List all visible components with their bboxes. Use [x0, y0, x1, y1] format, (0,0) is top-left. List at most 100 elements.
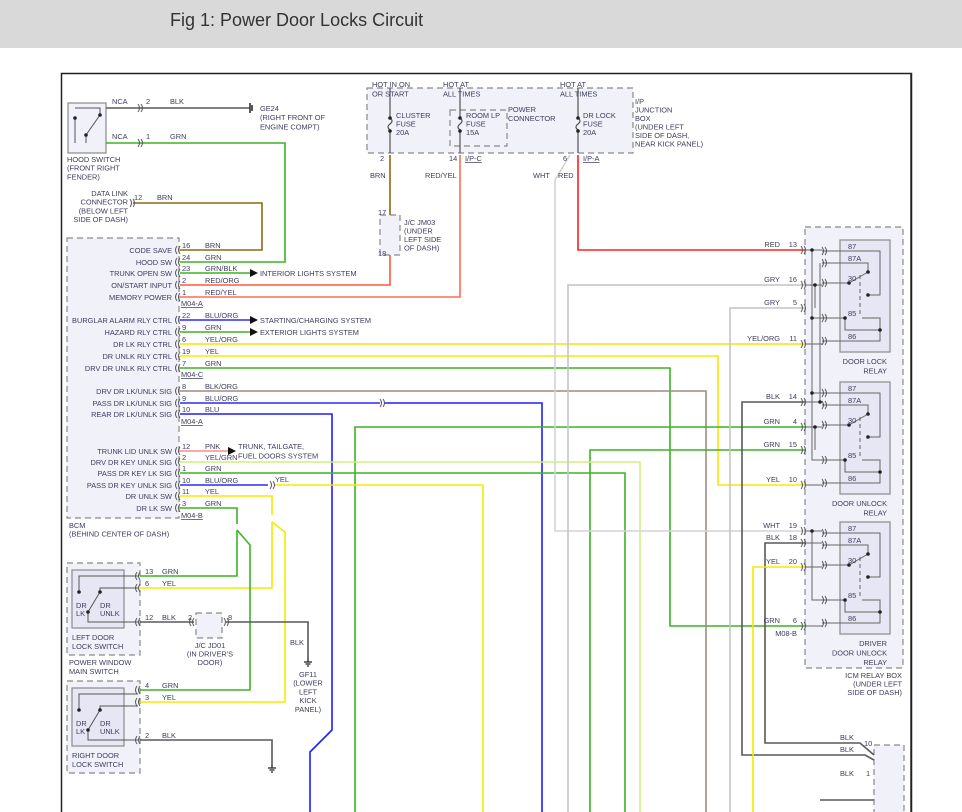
- junction-dot: [813, 283, 817, 287]
- data-link-label: CONNECTOR: [81, 198, 129, 207]
- junction-dot: [388, 116, 392, 120]
- bcm-pin-label: REAR DR LK/UNLK SIG: [91, 410, 172, 419]
- pin-number: 1: [182, 288, 186, 297]
- pin-number: 4: [145, 681, 149, 690]
- pin-number: 16: [182, 241, 190, 250]
- relay-terminal-label: 87A: [848, 396, 861, 405]
- wire-color-label: BLU/ORG: [205, 394, 239, 403]
- wire-pass-key-lk: [180, 472, 626, 812]
- relay-terminal-label: 87: [848, 524, 856, 533]
- wire-color-label: GRN: [764, 440, 780, 449]
- data-link-label: SIDE OF DASH): [73, 215, 128, 224]
- wire-right-ground: [140, 739, 273, 764]
- junction-dot: [878, 328, 882, 332]
- fuse-label: 20A: [583, 128, 596, 137]
- relay-terminal-label: 85: [848, 451, 856, 460]
- hot-label: HOT IN ON: [372, 80, 410, 89]
- wire-color-label: BLK: [170, 97, 184, 106]
- wire-color-label: GRN: [764, 616, 780, 625]
- wire-color-label: YEL: [205, 487, 219, 496]
- pin-number: 2: [182, 276, 186, 285]
- relay-terminal-label: 87: [848, 242, 856, 251]
- pin-number: 16: [789, 275, 797, 284]
- bcm-label: (BEHIND CENTER OF DASH): [69, 530, 169, 539]
- fuse-label: 15A: [466, 128, 479, 137]
- junction-dot: [866, 412, 870, 416]
- junction-dot: [866, 575, 870, 579]
- bcm-pin-label: DR UNLK SW: [126, 492, 172, 501]
- pin-number: 6: [182, 335, 186, 344]
- wire-color-label: GRN: [205, 323, 221, 332]
- fuse-label: 20A: [396, 128, 409, 137]
- bcm-pin-label: DRV DR KEY UNLK SIG: [91, 458, 173, 467]
- pin-number: 20: [789, 557, 797, 566]
- wire-color-label: RED: [558, 171, 574, 180]
- bcm-pin-label: DRV DR UNLK RLY CTRL: [85, 364, 172, 373]
- hood-switch-label: HOOD SWITCH: [67, 155, 120, 164]
- connector-label: M04-C: [181, 370, 204, 379]
- relay-terminal-label: 86: [848, 474, 856, 483]
- hood-conn-b-label: NCA: [112, 132, 128, 141]
- bcm-pin-label: ON/START INPUT: [111, 281, 172, 290]
- relay-terminal-label: 87: [848, 384, 856, 393]
- relay-label: DRIVER: [859, 639, 887, 648]
- switch-contact: [98, 590, 102, 594]
- wire-color-label: BLK: [290, 638, 304, 647]
- relay-terminal-label: 30: [848, 416, 856, 425]
- relay-terminal-label: 30: [848, 274, 856, 283]
- wire-color-label: BLK: [162, 731, 176, 740]
- relay-terminal-label: 87A: [848, 254, 861, 263]
- hot-label: ALL TIMES: [560, 90, 597, 99]
- jc-jd01-label: DOOR): [198, 658, 223, 667]
- bcm-pin-label: PASS DR KEY LK SIG: [98, 469, 173, 478]
- wire-color-label: PNK: [205, 442, 220, 451]
- wire-color-label: BLK: [766, 392, 780, 401]
- junction-dot: [813, 425, 817, 429]
- hood-switch-label: (FRONT RIGHT: [67, 164, 120, 173]
- arrow-interior-lights-icon: [250, 269, 258, 277]
- junction-dot: [843, 316, 847, 320]
- wire-color-label: BLK: [162, 613, 176, 622]
- power-connector-label: CONNECTOR: [508, 114, 556, 123]
- pin-number: 22: [182, 311, 190, 320]
- wire-drv-unlk-rly: [180, 367, 805, 627]
- switch-unlk-label: UNLK: [100, 609, 120, 618]
- junction-dot: [810, 529, 814, 533]
- pin-number: 9: [182, 323, 186, 332]
- wire-color-label: GRN/BLK: [205, 264, 238, 273]
- wire-color-label: GRN: [205, 499, 221, 508]
- pin-number: 13: [145, 567, 153, 576]
- bcm-pin-label: BURGLAR ALARM RLY CTRL: [72, 316, 172, 325]
- pin-number: 2: [380, 154, 384, 163]
- switch-contact: [86, 728, 90, 732]
- junction-dot: [878, 470, 882, 474]
- ground-ge24-icon: [249, 103, 253, 113]
- wire-right-lk: [140, 529, 251, 691]
- wire-color-label: GRY: [764, 275, 780, 284]
- pin-number: 17: [378, 208, 386, 217]
- system-label: TRUNK, TAILGATE,: [238, 442, 304, 451]
- switch-contact: [77, 708, 81, 712]
- relay-terminal-label: 86: [848, 614, 856, 623]
- pin-number: 14: [789, 392, 797, 401]
- wire-color-label: GRN: [764, 417, 780, 426]
- jc-jd01-box: [195, 612, 223, 639]
- wire-color-label: WHT: [533, 171, 550, 180]
- bcm-pin-label: DR LK RLY CTRL: [113, 340, 172, 349]
- wire-color-label: BLU/ORG: [205, 476, 239, 485]
- junction-dot: [843, 598, 847, 602]
- switch-lk-label: LK: [76, 727, 85, 736]
- pin-number: 2: [145, 731, 149, 740]
- pin-number: 13: [789, 240, 797, 249]
- switch-contact: [86, 610, 90, 614]
- pin-number: 2: [146, 97, 150, 106]
- pin-number: 10: [789, 475, 797, 484]
- wire-color-label: GRN: [162, 567, 178, 576]
- bcm-pin-label: HAZARD RLY CTRL: [105, 328, 173, 337]
- wire-color-label: YEL: [275, 475, 289, 484]
- icm-relay-box-label: SIDE OF DASH): [847, 688, 902, 697]
- jc-jm03-label: OF DASH): [404, 244, 439, 253]
- ground-gf11-icon: [304, 658, 312, 667]
- gf11-label: PANEL): [295, 705, 321, 714]
- junction-dot: [810, 316, 814, 320]
